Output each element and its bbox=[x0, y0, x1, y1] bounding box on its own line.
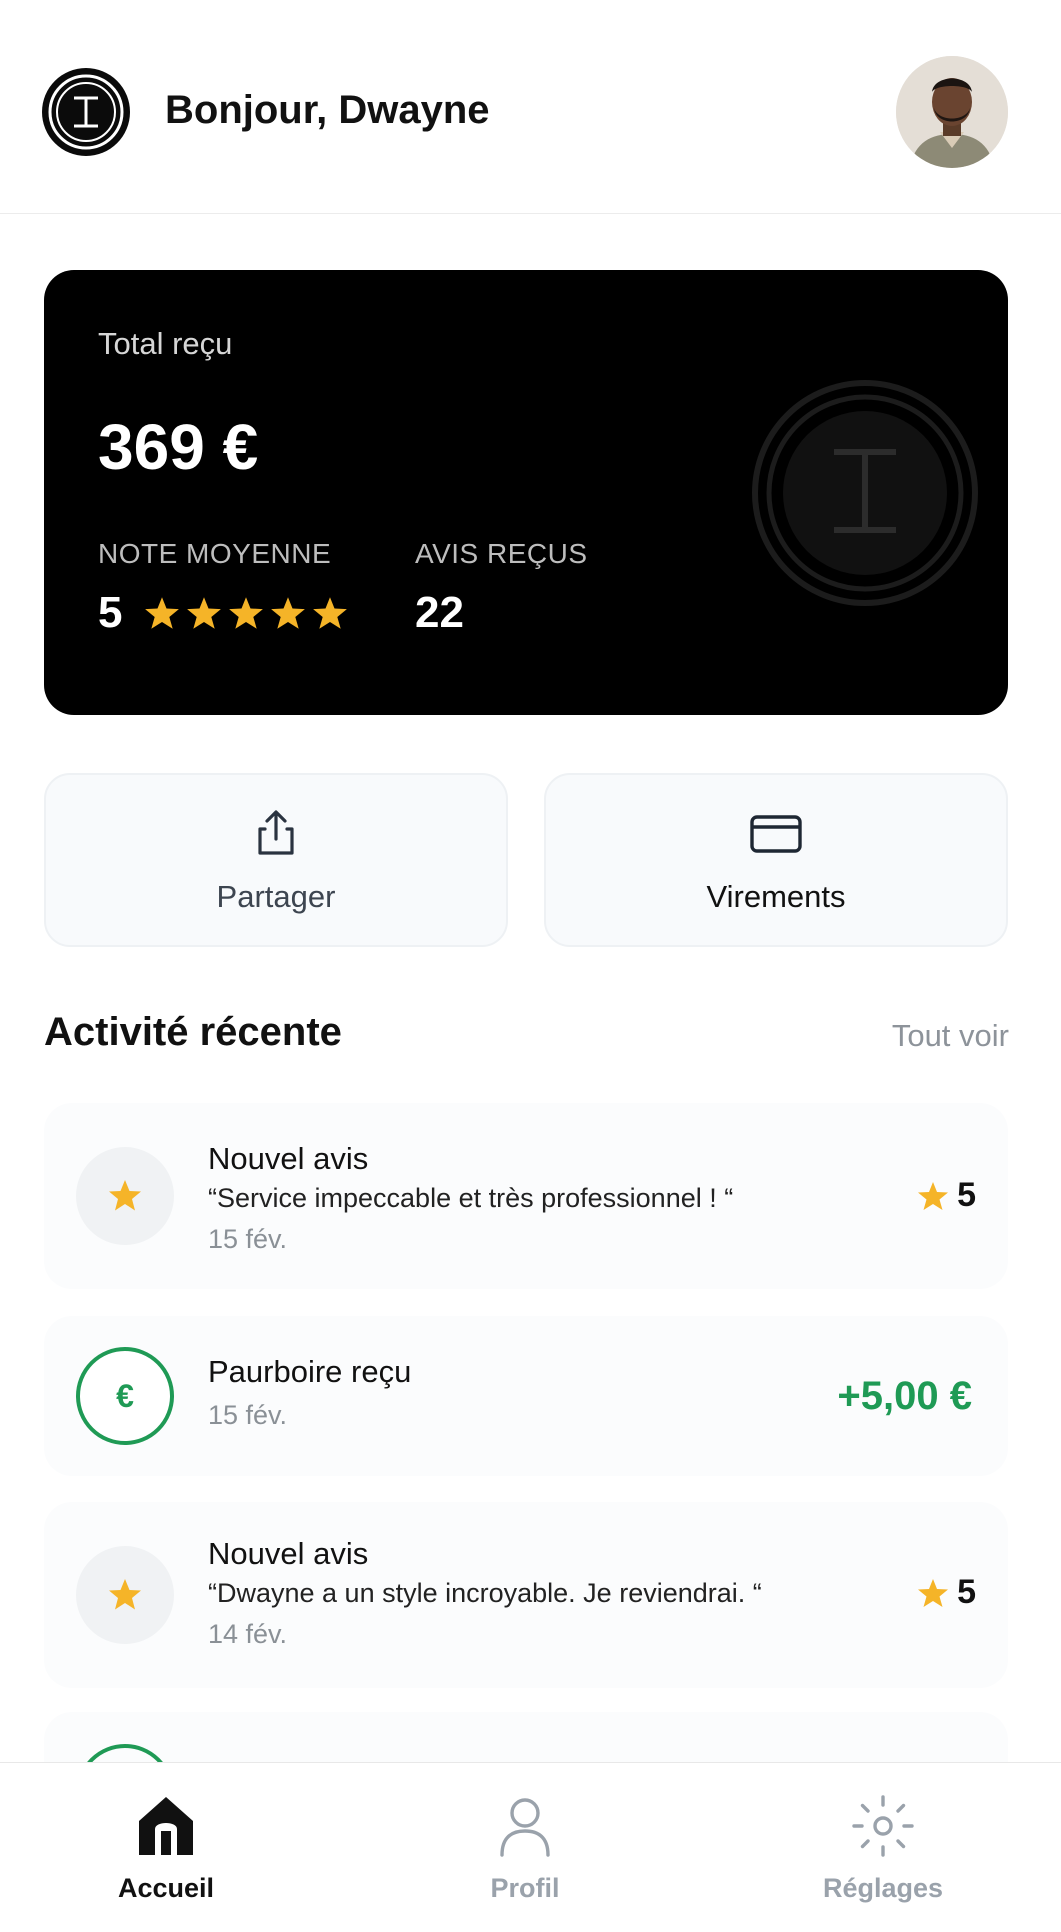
settings-sun-icon bbox=[848, 1791, 918, 1861]
star-icon bbox=[229, 597, 264, 629]
star-icon bbox=[76, 1546, 174, 1644]
recent-activity-title: Activité récente bbox=[44, 1010, 342, 1054]
bottom-navigation: Accueil Profil Réglages bbox=[0, 1762, 1061, 1932]
activity-item-review[interactable]: Nouvel avis “Service impeccable et très … bbox=[44, 1103, 1008, 1289]
reviews-received-count: 22 bbox=[415, 588, 464, 637]
nav-profile-label: Profil bbox=[490, 1873, 560, 1903]
nav-settings[interactable]: Réglages bbox=[783, 1763, 983, 1932]
star-icon bbox=[187, 597, 222, 629]
review-rating-value: 5 bbox=[957, 1573, 976, 1611]
review-rating-value: 5 bbox=[957, 1176, 976, 1214]
average-rating-value: 5 bbox=[98, 588, 123, 637]
home-icon bbox=[131, 1791, 201, 1861]
tip-amount: +5,00 € bbox=[837, 1374, 972, 1418]
transfers-label: Virements bbox=[706, 879, 846, 914]
activity-date: 15 fév. bbox=[208, 1400, 288, 1430]
review-quote: “Dwayne a un style incroyable. Je revien… bbox=[208, 1578, 762, 1608]
euro-icon: € bbox=[76, 1347, 174, 1445]
activity-title: Nouvel avis bbox=[208, 1536, 369, 1571]
user-avatar[interactable] bbox=[896, 56, 1008, 168]
star-icon bbox=[76, 1147, 174, 1245]
greeting-title: Bonjour, Dwayne bbox=[165, 88, 490, 132]
review-rating: 5 bbox=[917, 1573, 976, 1612]
star-icon bbox=[271, 597, 306, 629]
nav-home-label: Accueil bbox=[117, 1873, 215, 1903]
nav-profile[interactable]: Profil bbox=[425, 1763, 625, 1932]
review-rating: 5 bbox=[917, 1176, 976, 1215]
activity-item-tip[interactable]: € Paurboire reçu 15 fév. +5,00 € bbox=[44, 1316, 1008, 1476]
activity-item-review[interactable]: Nouvel avis “Dwayne a un style incroyabl… bbox=[44, 1502, 1008, 1688]
transfers-button[interactable]: Virements bbox=[544, 773, 1008, 947]
activity-title: Paurboire reçu bbox=[208, 1354, 412, 1389]
credit-card-icon bbox=[748, 805, 804, 861]
total-received-amount: 369 € bbox=[98, 411, 259, 483]
rating-stars bbox=[144, 595, 348, 631]
app-header: Bonjour, Dwayne bbox=[0, 0, 1061, 214]
star-icon bbox=[313, 597, 348, 629]
share-button[interactable]: Partager bbox=[44, 773, 508, 947]
brand-watermark-icon bbox=[752, 380, 978, 606]
total-received-label: Total reçu bbox=[98, 326, 233, 361]
balance-card: Total reçu 369 € NOTE MOYENNE AVIS REÇUS… bbox=[44, 270, 1008, 715]
share-icon bbox=[248, 805, 304, 861]
star-icon bbox=[918, 1181, 949, 1210]
activity-title: Nouvel avis bbox=[208, 1141, 369, 1176]
review-quote: “Service impeccable et très professionne… bbox=[208, 1183, 734, 1213]
nav-home[interactable]: Accueil bbox=[66, 1763, 266, 1932]
star-icon bbox=[145, 597, 180, 629]
user-icon bbox=[490, 1791, 560, 1861]
star-icon bbox=[918, 1578, 949, 1607]
nav-settings-label: Réglages bbox=[822, 1873, 944, 1903]
see-all-link[interactable]: Tout voir bbox=[892, 1018, 1009, 1054]
activity-date: 14 fév. bbox=[208, 1619, 288, 1649]
brand-logo-icon[interactable] bbox=[42, 68, 130, 156]
share-label: Partager bbox=[216, 879, 336, 914]
svg-text:€: € bbox=[116, 1378, 134, 1414]
average-rating-label: NOTE MOYENNE bbox=[98, 538, 332, 569]
activity-date: 15 fév. bbox=[208, 1224, 288, 1254]
average-rating-row: 5 bbox=[98, 588, 348, 638]
reviews-received-label: AVIS REÇUS bbox=[415, 538, 588, 569]
